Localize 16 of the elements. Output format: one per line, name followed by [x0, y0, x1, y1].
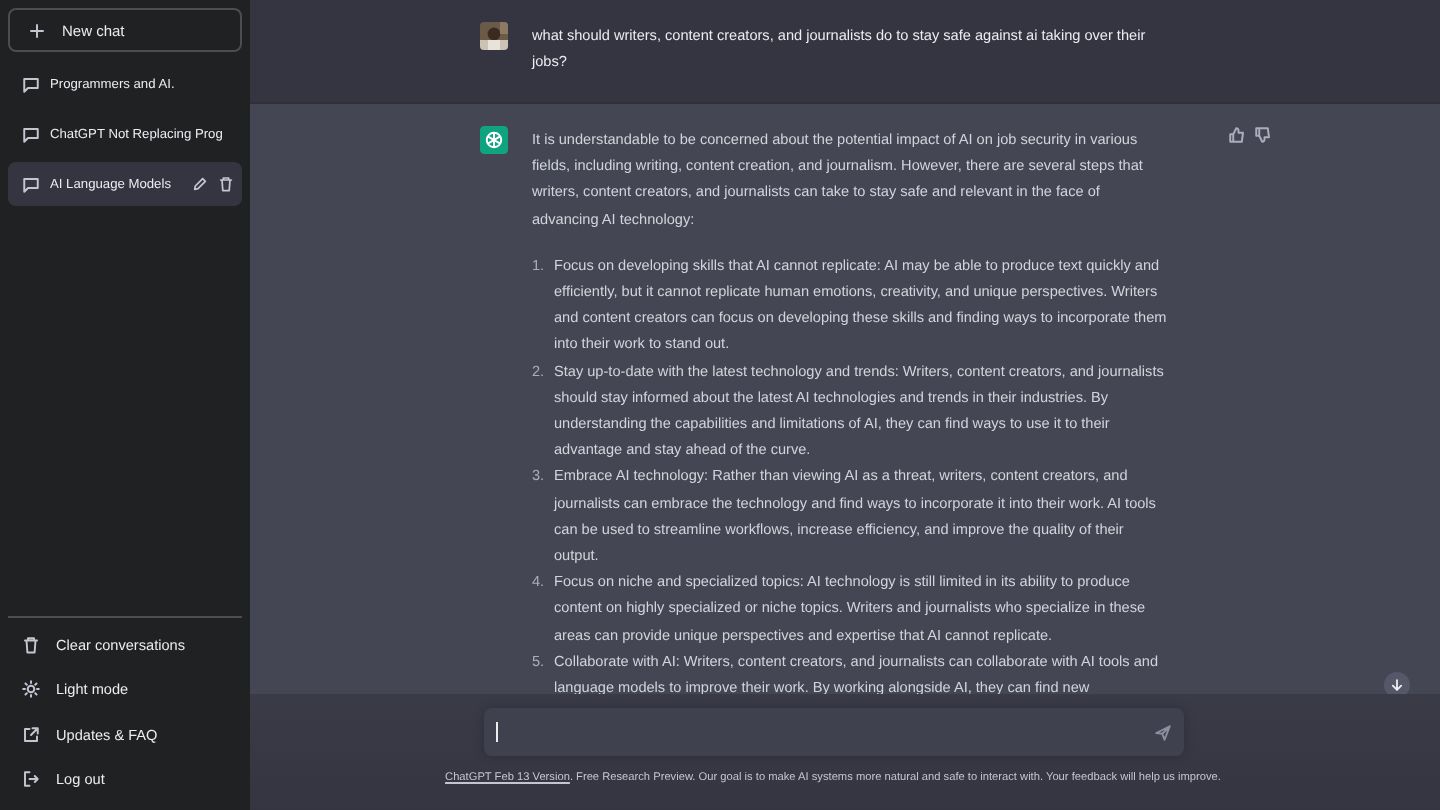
send-icon [1154, 723, 1172, 741]
chat-bubble-icon [22, 75, 40, 93]
sun-icon [22, 680, 40, 699]
pencil-icon [192, 176, 208, 192]
message-input[interactable] [484, 708, 1184, 756]
assistant-avatar-icon [480, 126, 508, 154]
thumbs-down-icon [1254, 126, 1272, 144]
chat-bubble-icon [22, 175, 40, 193]
logout-icon [22, 770, 40, 789]
chat-bubble-icon [22, 125, 40, 143]
thumbs-up-icon [1228, 126, 1246, 144]
plus-icon [28, 21, 46, 39]
trash-icon [218, 176, 234, 192]
arrow-down-icon [1390, 678, 1404, 692]
trash-icon [22, 635, 40, 654]
external-link-icon [22, 725, 40, 744]
